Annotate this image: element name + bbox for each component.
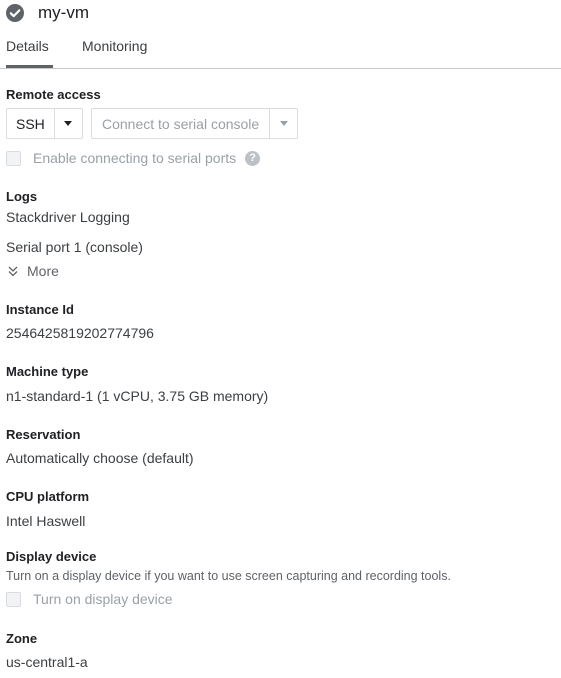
- connect-serial-console-button[interactable]: Connect to serial console: [92, 109, 271, 138]
- vm-header: my-vm: [6, 1, 89, 25]
- ssh-dropdown-button[interactable]: [55, 109, 82, 138]
- instance-id-label: Instance Id: [6, 302, 74, 317]
- tab-monitoring[interactable]: Monitoring: [82, 38, 147, 63]
- display-device-label: Display device: [6, 549, 97, 564]
- serial-console-dropdown-button[interactable]: [270, 109, 297, 138]
- display-device-checkbox-label: Turn on display device: [33, 591, 173, 607]
- enable-serial-ports-label: Enable connecting to serial ports: [33, 150, 237, 166]
- display-device-checkbox[interactable]: [6, 591, 21, 607]
- zone-label: Zone: [6, 631, 38, 646]
- active-tab-indicator: [6, 65, 53, 68]
- reservation-label: Reservation: [6, 427, 81, 442]
- display-device-help: Turn on a display device if you want to …: [6, 569, 451, 583]
- serial-port-link[interactable]: Serial port 1 (console): [6, 239, 143, 255]
- check-circle-icon: [6, 4, 24, 22]
- stackdriver-logging-link[interactable]: Stackdriver Logging: [6, 209, 130, 225]
- logs-label: Logs: [6, 189, 38, 204]
- vm-name: my-vm: [38, 3, 89, 22]
- display-device-checkbox-row: Turn on display device: [6, 591, 173, 607]
- tab-bar: Details Monitoring: [0, 36, 561, 69]
- enable-serial-ports-checkbox[interactable]: [6, 150, 21, 166]
- cpu-platform-value: Intel Haswell: [6, 513, 86, 529]
- zone-value: us-central1-a: [6, 654, 88, 670]
- remote-access-label: Remote access: [6, 87, 101, 102]
- caret-down-icon: [279, 121, 288, 126]
- more-toggle[interactable]: More: [7, 263, 59, 279]
- tab-details[interactable]: Details: [6, 38, 49, 63]
- serial-ports-checkbox-row: Enable connecting to serial ports ?: [6, 150, 261, 166]
- instance-id-value: 2546425819202774796: [6, 325, 154, 341]
- more-label: More: [27, 263, 59, 279]
- chevron-double-down-icon: [8, 266, 18, 277]
- ssh-button[interactable]: SSH: [7, 109, 55, 138]
- machine-type-label: Machine type: [6, 364, 89, 379]
- ssh-button-group: SSH: [6, 108, 83, 139]
- machine-type-value: n1-standard-1 (1 vCPU, 3.75 GB memory): [6, 388, 269, 404]
- reservation-value: Automatically choose (default): [6, 450, 194, 466]
- cpu-platform-label: CPU platform: [6, 489, 90, 504]
- serial-console-button-group: Connect to serial console: [91, 108, 299, 139]
- help-icon[interactable]: ?: [245, 150, 261, 166]
- caret-down-icon: [64, 121, 73, 126]
